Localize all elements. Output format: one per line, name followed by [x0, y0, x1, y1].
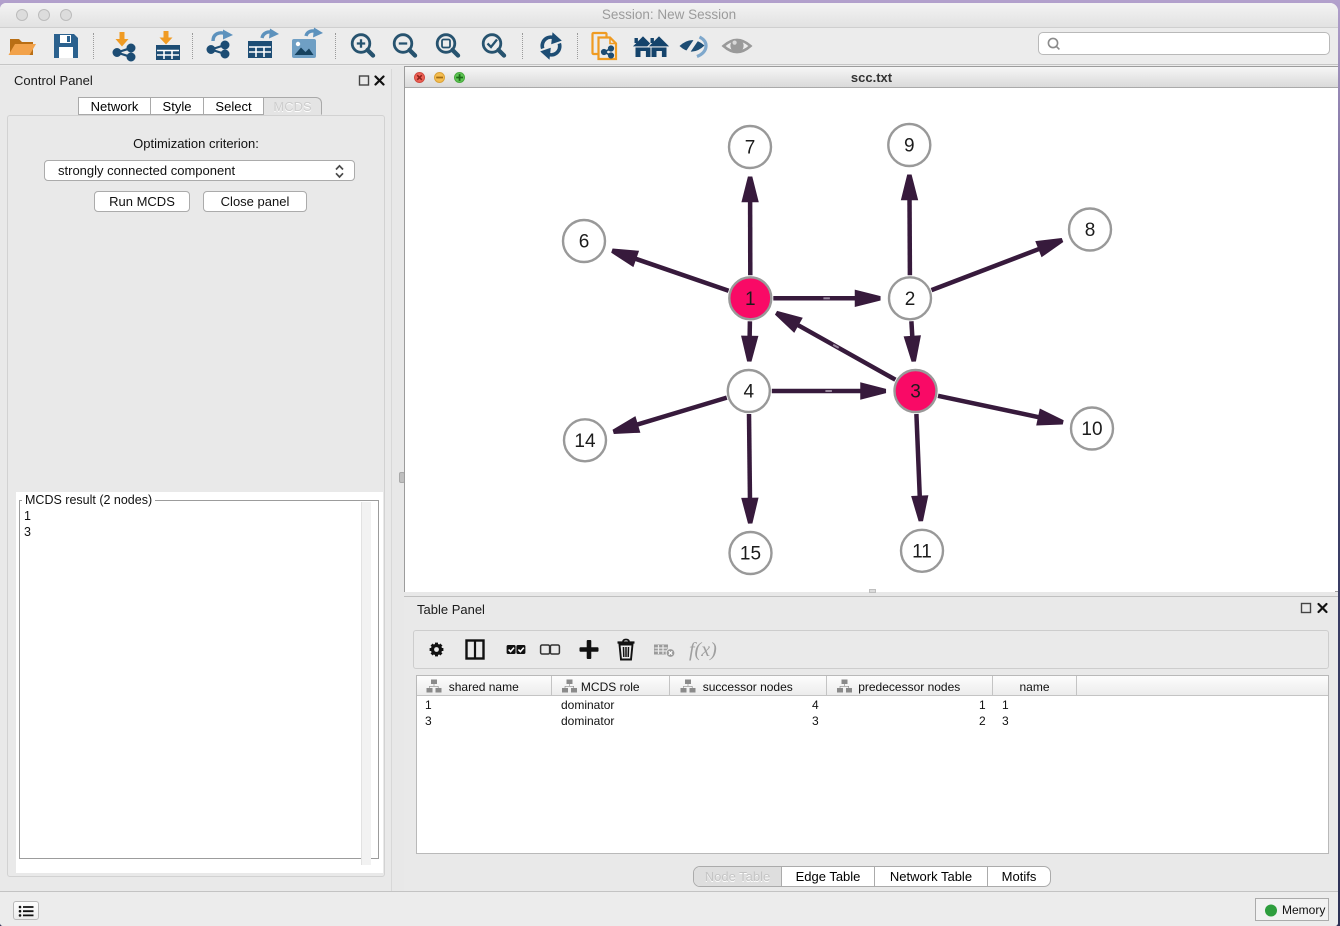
- svg-text:10: 10: [1081, 419, 1102, 440]
- svg-text:8: 8: [1085, 220, 1096, 241]
- svg-text:6: 6: [579, 232, 590, 253]
- svg-text:7: 7: [745, 138, 756, 159]
- svg-text:14: 14: [574, 431, 596, 452]
- svg-text:1: 1: [745, 289, 756, 310]
- svg-text:2: 2: [905, 289, 916, 310]
- svg-text:f(x): f(x): [689, 639, 717, 661]
- svg-text:11: 11: [912, 541, 932, 562]
- svg-text:15: 15: [740, 544, 761, 565]
- svg-text:4: 4: [744, 382, 755, 403]
- svg-text:3: 3: [910, 382, 921, 403]
- svg-text:9: 9: [904, 136, 915, 157]
